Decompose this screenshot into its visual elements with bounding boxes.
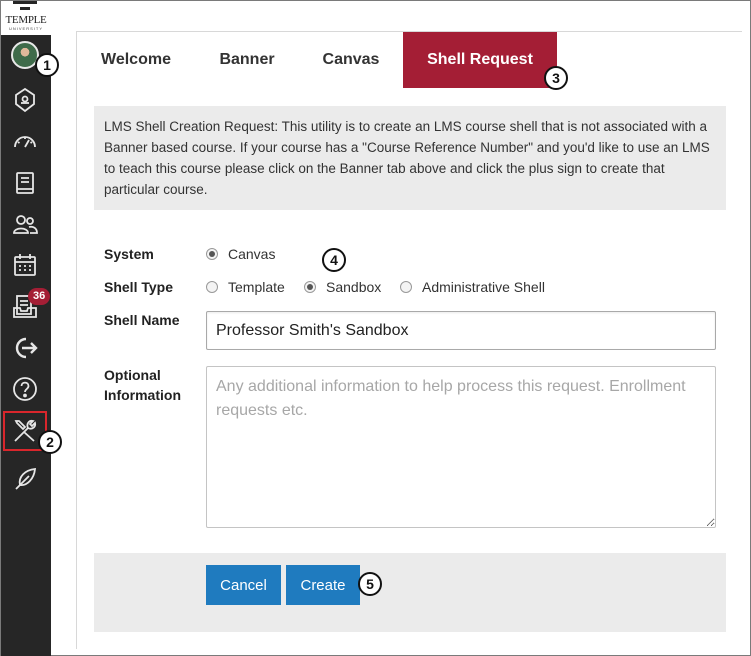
shell-name-input[interactable] bbox=[206, 311, 716, 350]
radio-canvas-label: Canvas bbox=[228, 246, 276, 262]
feather-icon[interactable] bbox=[9, 463, 41, 495]
tab-shell-request[interactable]: Shell Request bbox=[403, 32, 557, 88]
shell-type-option-administrative[interactable]: Administrative Shell bbox=[400, 279, 545, 295]
radio-sandbox[interactable] bbox=[304, 281, 316, 293]
radio-template[interactable] bbox=[206, 281, 218, 293]
optional-information-textarea[interactable] bbox=[206, 366, 716, 528]
temple-logo[interactable]: TEMPLE UNIVERSITY bbox=[1, 1, 51, 35]
shell-type-label: Shell Type bbox=[104, 279, 173, 295]
radio-administrative-label: Administrative Shell bbox=[422, 279, 545, 295]
tag-icon[interactable] bbox=[9, 84, 41, 116]
callout-1: 1 bbox=[35, 53, 59, 77]
form-footer: Cancel Create 5 bbox=[94, 553, 726, 632]
inbox-count-badge: 36 bbox=[28, 288, 51, 305]
speedometer-icon[interactable] bbox=[9, 126, 41, 158]
optional-label-line2: Information bbox=[104, 387, 181, 403]
optional-label-line1: Optional bbox=[104, 367, 161, 383]
main-panel: Welcome Banner Canvas Shell Request 3 LM… bbox=[76, 31, 742, 649]
callout-2: 2 bbox=[38, 430, 62, 454]
callout-3: 3 bbox=[544, 66, 568, 90]
system-label: System bbox=[104, 246, 154, 262]
callout-5: 5 bbox=[358, 572, 382, 596]
book-icon[interactable] bbox=[9, 167, 41, 199]
cancel-button[interactable]: Cancel bbox=[206, 565, 281, 605]
shell-type-option-template[interactable]: Template bbox=[206, 279, 285, 295]
system-option-canvas[interactable]: Canvas bbox=[206, 246, 275, 262]
help-icon[interactable] bbox=[9, 373, 41, 405]
logo-subtext: UNIVERSITY bbox=[8, 26, 43, 31]
tab-canvas[interactable]: Canvas bbox=[299, 32, 403, 88]
logo-mark bbox=[13, 1, 37, 13]
create-button[interactable]: Create bbox=[286, 565, 360, 605]
shell-name-label: Shell Name bbox=[104, 312, 180, 328]
radio-template-label: Template bbox=[228, 279, 285, 295]
tab-bar: Welcome Banner Canvas Shell Request bbox=[77, 32, 743, 88]
sidebar: TEMPLE UNIVERSITY 36 bbox=[1, 1, 51, 656]
logo-text: TEMPLE bbox=[5, 14, 47, 26]
tab-banner[interactable]: Banner bbox=[195, 32, 299, 88]
intro-description: LMS Shell Creation Request: This utility… bbox=[94, 106, 726, 210]
radio-sandbox-label: Sandbox bbox=[326, 279, 382, 295]
shell-type-option-sandbox[interactable]: Sandbox bbox=[304, 279, 381, 295]
logout-icon[interactable] bbox=[9, 332, 41, 364]
optional-information-label: Optional Information bbox=[104, 365, 181, 405]
radio-administrative[interactable] bbox=[400, 281, 412, 293]
tab-welcome[interactable]: Welcome bbox=[77, 32, 195, 88]
calendar-icon[interactable] bbox=[9, 249, 41, 281]
radio-canvas[interactable] bbox=[206, 248, 218, 260]
users-icon[interactable] bbox=[9, 208, 41, 240]
callout-4: 4 bbox=[322, 248, 346, 272]
